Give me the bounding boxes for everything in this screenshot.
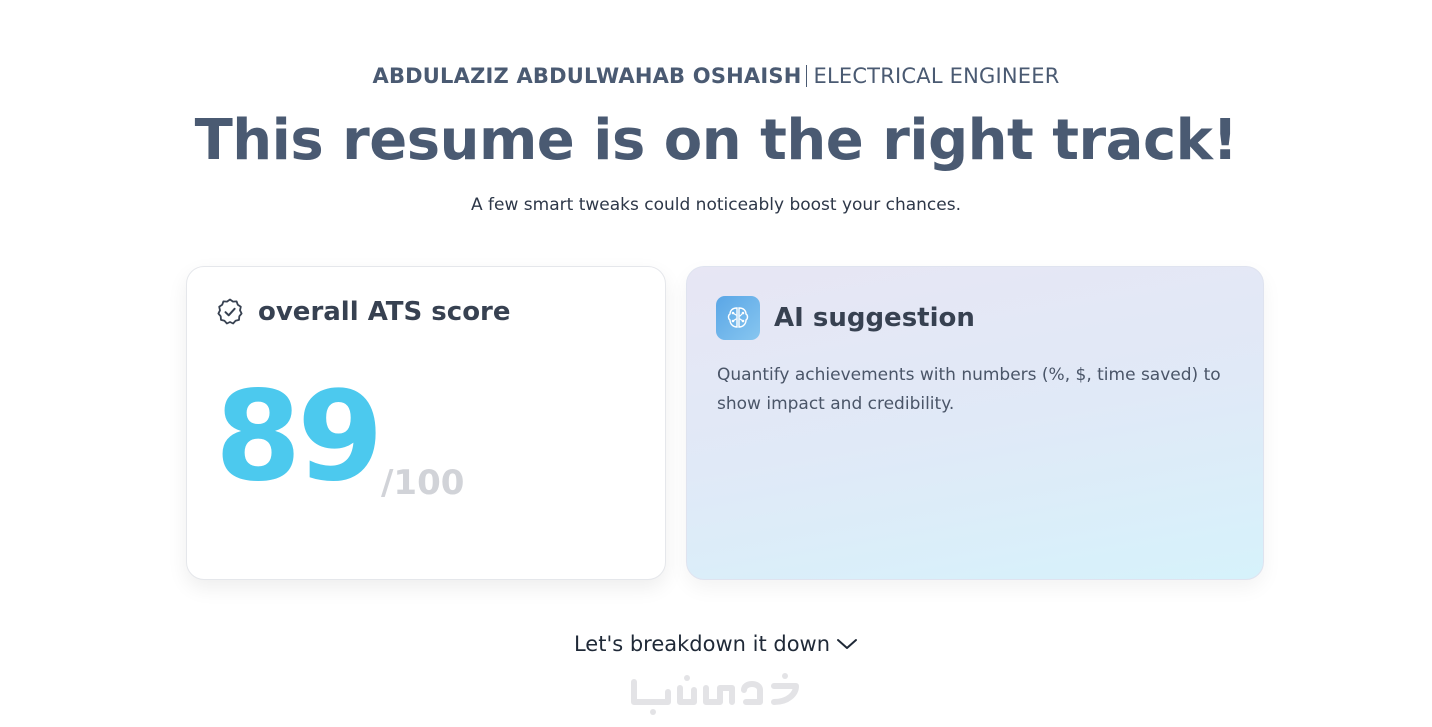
- breakdown-toggle[interactable]: Let's breakdown it down: [0, 632, 1432, 656]
- ats-score-total: /100: [381, 463, 465, 503]
- resume-header: ABDULAZIZ ABDULWAHAB OSHAISH ELECTRICAL E…: [0, 64, 1432, 88]
- khamsat-watermark-logo: [631, 673, 799, 715]
- chevron-down-icon: [837, 639, 858, 649]
- candidate-name: ABDULAZIZ ABDULWAHAB OSHAISH: [372, 64, 802, 88]
- header-divider: [806, 65, 808, 87]
- page-subtitle: A few smart tweaks could noticeably boos…: [471, 195, 961, 215]
- ats-score-header: overall ATS score: [215, 297, 511, 327]
- ats-score-title: overall ATS score: [258, 297, 511, 327]
- badge-check-icon: [217, 298, 243, 325]
- ats-score-value: 89: [215, 365, 384, 509]
- ai-suggestion-text: Quantify achievements with numbers (%, $…: [717, 365, 1221, 414]
- ai-suggestion-title: AI suggestion: [774, 303, 975, 333]
- ai-suggestion-header: AI suggestion: [716, 296, 975, 340]
- ai-brain-icon: [716, 296, 760, 340]
- page: ABDULAZIZ ABDULWAHAB OSHAISH ELECTRICAL E…: [0, 0, 1432, 727]
- page-title: This resume is on the right track!: [194, 108, 1238, 173]
- candidate-role: ELECTRICAL ENGINEER: [813, 64, 1060, 88]
- breakdown-label: Let's breakdown it down: [573, 632, 831, 656]
- ai-suggestion-card: AI suggestion Quantify achievements with…: [686, 266, 1264, 580]
- ats-score-card: overall ATS score 89 /100: [186, 266, 666, 580]
